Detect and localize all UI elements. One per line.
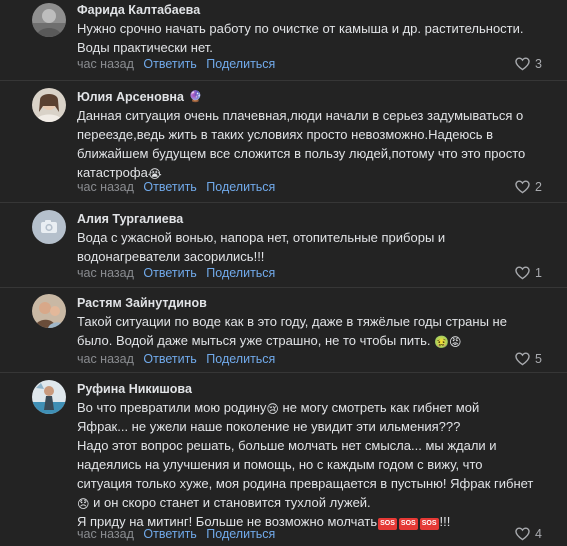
crystal-ball-icon: 🔮 <box>188 91 203 103</box>
like-count: 2 <box>535 180 542 194</box>
like-button[interactable]: 3 <box>515 56 542 72</box>
comment-line-wrap: 😞 и он скоро станет и становится тухлой … <box>77 493 547 512</box>
comment-meta: час назад Ответить Поделиться 3 <box>77 56 542 72</box>
reply-button[interactable]: Ответить <box>143 180 196 194</box>
comment-author[interactable]: Растям Зайнутдинов <box>77 296 207 310</box>
comment-line: ближайшем будущем все сложится в пользу … <box>77 146 526 161</box>
comment-text: Во что превратили мою родину😢 не могу см… <box>77 398 547 531</box>
heart-icon <box>515 527 530 541</box>
comment-line: переезде,ведь жить в таких условиях прос… <box>77 127 494 142</box>
comment-text: Такой ситуации по воде как в это году, д… <box>77 312 547 350</box>
comment-line: надеялись на улучшения и помощь, но с ка… <box>77 457 483 472</box>
like-button[interactable]: 4 <box>515 526 542 542</box>
like-button[interactable]: 2 <box>515 179 542 195</box>
avatar[interactable] <box>32 210 66 244</box>
comment-line: Данная ситуация очень плачевная,люди нач… <box>77 108 524 123</box>
reply-button[interactable]: Ответить <box>143 527 196 541</box>
comment-author[interactable]: Руфина Никишова <box>77 382 192 396</box>
comment-line-wrap: Во что превратили мою родину😢 не могу см… <box>77 398 547 417</box>
like-count: 4 <box>535 527 542 541</box>
comment-time: час назад <box>77 352 134 366</box>
share-button[interactable]: Поделиться <box>206 352 275 366</box>
divider <box>0 372 567 373</box>
comment-line: Вода с ужасной вонью, напора нет, отопит… <box>77 230 446 245</box>
comment-time: час назад <box>77 57 134 71</box>
comment-line-tail: не могу смотреть как гибнет мой <box>278 400 480 415</box>
comment-time: час назад <box>77 527 134 541</box>
author-name[interactable]: Растям Зайнутдинов <box>77 296 207 310</box>
avatar[interactable] <box>32 3 66 37</box>
comment-time: час назад <box>77 180 134 194</box>
heart-icon <box>515 57 530 71</box>
like-button[interactable]: 5 <box>515 351 542 367</box>
avatar[interactable] <box>32 294 66 328</box>
comment-line-wrap: было. Водой даже мыться уже страшно, не … <box>77 331 547 350</box>
sick-angry-emoji-icon: 🤢😡 <box>434 335 462 349</box>
comment-meta: час назад Ответить Поделиться 5 <box>77 351 542 367</box>
divider <box>0 202 567 203</box>
comment-author[interactable]: Юлия Арсеновна 🔮 <box>77 90 203 104</box>
like-count: 5 <box>535 352 542 366</box>
comment-meta: час назад Ответить Поделиться 4 <box>77 526 542 542</box>
like-count: 1 <box>535 266 542 280</box>
divider <box>0 80 567 81</box>
heart-icon <box>515 352 530 366</box>
share-button[interactable]: Поделиться <box>206 180 275 194</box>
reply-button[interactable]: Ответить <box>143 57 196 71</box>
comment-meta: час назад Ответить Поделиться 1 <box>77 265 542 281</box>
comment-text: Нужно срочно начать работу по очистке от… <box>77 19 547 57</box>
reply-button[interactable]: Ответить <box>143 266 196 280</box>
comment-line: катастрофа <box>77 165 148 180</box>
comment-line: Надо этот вопрос решать, больше молчать … <box>77 438 497 453</box>
comment-line: Яфрак... не ужели наше поколение не увид… <box>77 419 461 434</box>
share-button[interactable]: Поделиться <box>206 527 275 541</box>
reply-button[interactable]: Ответить <box>143 352 196 366</box>
comment-author[interactable]: Фарида Калтабаева <box>77 3 200 17</box>
comment-line: Нужно срочно начать работу по очистке от… <box>77 21 524 36</box>
comment-time: час назад <box>77 266 134 280</box>
author-name[interactable]: Руфина Никишова <box>77 382 192 396</box>
comment-line: ситуация только хуже, моя родина превращ… <box>77 476 534 491</box>
disappointed-emoji-icon: 😞 <box>77 497 90 511</box>
comment-line: Воды практически нет. <box>77 40 213 55</box>
avatar[interactable] <box>32 88 66 122</box>
comment-line: Во что превратили мою родину <box>77 400 267 415</box>
heart-icon <box>515 266 530 280</box>
author-name[interactable]: Юлия Арсеновна <box>77 90 184 104</box>
camera-placeholder-icon <box>32 210 66 244</box>
author-name[interactable]: Фарида Калтабаева <box>77 3 200 17</box>
sad-emoji-icon: 😢 <box>266 402 279 416</box>
comment-text: Вода с ужасной вонью, напора нет, отопит… <box>77 228 547 266</box>
comment-line: было. Водой даже мыться уже страшно, не … <box>77 333 431 348</box>
comment-line: и он скоро станет и становится тухлой лу… <box>93 495 371 510</box>
comment-author[interactable]: Алия Тургалиева <box>77 212 183 226</box>
comment-line: Такой ситуации по воде как в это году, д… <box>77 314 507 329</box>
divider <box>0 287 567 288</box>
like-count: 3 <box>535 57 542 71</box>
share-button[interactable]: Поделиться <box>206 266 275 280</box>
heart-icon <box>515 180 530 194</box>
author-name[interactable]: Алия Тургалиева <box>77 212 183 226</box>
comment-meta: час назад Ответить Поделиться 2 <box>77 179 542 195</box>
comment-line: водонагреватели засорились!!! <box>77 249 265 264</box>
avatar[interactable] <box>32 380 66 414</box>
like-button[interactable]: 1 <box>515 265 542 281</box>
comments-feed: Фарида Калтабаева Нужно срочно начать ра… <box>0 0 567 546</box>
comment-text: Данная ситуация очень плачевная,люди нач… <box>77 106 547 182</box>
share-button[interactable]: Поделиться <box>206 57 275 71</box>
